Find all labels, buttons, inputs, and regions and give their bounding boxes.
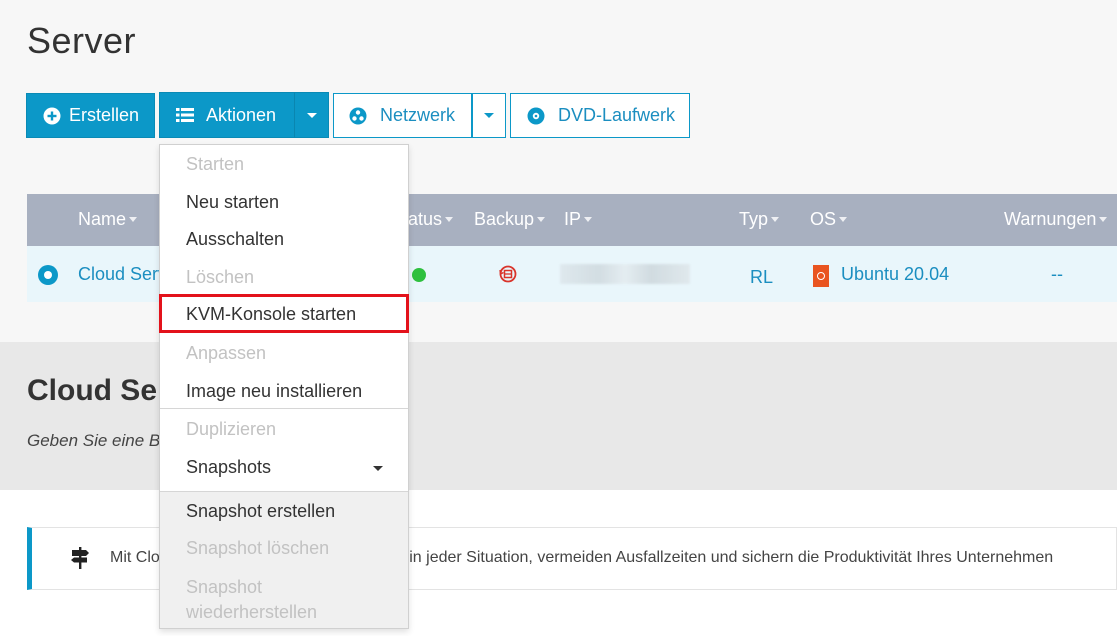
plus-circle-icon [43,107,61,125]
sort-caret-icon [584,217,593,222]
column-backup[interactable]: Backup [474,209,546,230]
status-indicator-icon [412,268,426,282]
kvm-highlight-box [159,294,409,333]
menu-item-power-off[interactable]: Ausschalten [160,229,408,250]
column-status[interactable]: atus [408,209,454,230]
sort-caret-icon [537,217,546,222]
actions-dropdown-menu: Starten Neu starten Ausschalten Löschen … [159,144,409,629]
section-subtitle: Geben Sie eine B [27,431,161,450]
sort-caret-icon [771,217,780,222]
server-name-link[interactable]: Cloud Serv [78,264,167,285]
menu-item-delete-snapshot[interactable]: Snapshot löschen [160,538,408,559]
actions-button[interactable]: Aktionen [159,92,295,138]
sort-caret-icon [1099,217,1108,222]
menu-item-duplicate[interactable]: Duplizieren [160,419,408,440]
snapshots-label: Snapshots [186,457,272,477]
page-title: Server [27,20,137,61]
menu-item-delete[interactable]: Löschen [160,267,408,288]
info-text-left: Mit Clo [110,549,160,566]
server-type: RL [750,267,774,287]
create-button-label: Erstellen [69,105,140,125]
network-icon [349,107,367,125]
column-ip[interactable]: IP [564,209,593,230]
chevron-down-icon [306,112,317,118]
menu-item-snapshots[interactable]: Snapshots [160,457,408,478]
row-select-radio[interactable] [38,265,58,285]
actions-dropdown-toggle[interactable] [294,92,329,138]
info-text-right: en in jeder Situation, vermeiden Ausfall… [387,549,1054,566]
actions-button-label: Aktionen [206,104,277,125]
network-button-label: Netzwerk [380,105,456,125]
submenu-caret-icon [373,466,383,471]
ip-address-blurred [560,264,690,284]
signpost-icon [70,547,90,574]
dvd-drive-button-label: DVD-Laufwerk [558,105,676,125]
menu-item-customize[interactable]: Anpassen [160,343,408,364]
menu-divider [160,408,408,409]
menu-item-create-snapshot[interactable]: Snapshot erstellen [160,501,408,522]
server-os: Ubuntu 20.04 [841,264,950,284]
list-icon [176,106,194,124]
network-dropdown-toggle[interactable] [472,93,506,138]
column-os[interactable]: OS [810,209,848,230]
dvd-drive-button[interactable]: DVD-Laufwerk [510,93,690,138]
sort-caret-icon [445,217,454,222]
server-warnings: -- [1051,264,1063,284]
menu-item-restart[interactable]: Neu starten [160,192,408,213]
network-button[interactable]: Netzwerk [333,93,472,138]
backup-icon[interactable] [498,264,518,289]
menu-item-start[interactable]: Starten [160,154,408,175]
menu-item-restore-snapshot[interactable]: Snapshot wiederherstellen [160,575,350,625]
menu-item-reinstall-image[interactable]: Image neu installieren [160,381,408,402]
column-warnings[interactable]: Warnungen [1004,209,1108,230]
disc-icon [527,107,545,125]
column-name[interactable]: Name [78,209,138,230]
create-button[interactable]: Erstellen [26,93,155,138]
sort-caret-icon [129,217,138,222]
ubuntu-icon [813,265,829,287]
chevron-down-icon [484,113,494,118]
column-typ[interactable]: Typ [739,209,780,230]
section-title: Cloud Ser [27,374,169,407]
sort-caret-icon [839,217,848,222]
